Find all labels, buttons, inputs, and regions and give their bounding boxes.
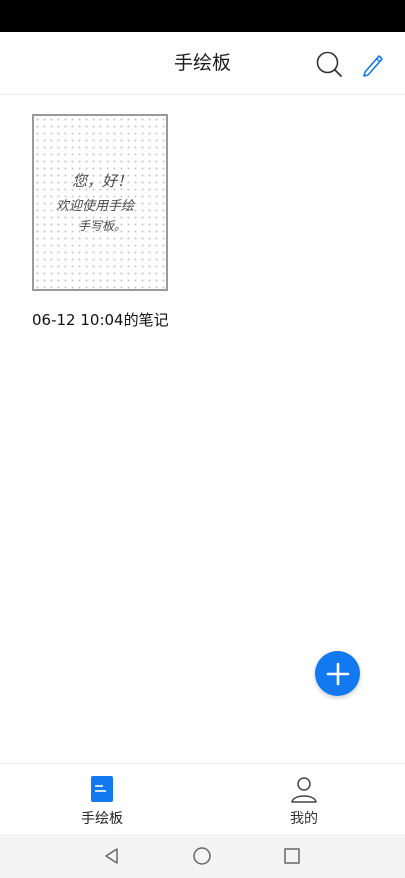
- system-recent-apps-button[interactable]: [281, 845, 303, 867]
- note-thumbnail[interactable]: 您，好！ 欢迎使用手绘 手写板。: [32, 114, 168, 291]
- tab-notes-label: 手绘板: [81, 811, 123, 827]
- new-drawing-button[interactable]: [358, 49, 388, 79]
- handwriting-line-3: 手写板。: [78, 219, 126, 233]
- page-title: 手绘板: [173, 52, 231, 74]
- home-circle-icon: [193, 847, 211, 865]
- person-icon: [291, 777, 317, 803]
- app-bar: 手绘板: [0, 32, 405, 95]
- handwriting-preview: 您，好！ 欢迎使用手绘 手写板。: [56, 172, 136, 233]
- status-bar: [0, 0, 405, 32]
- pen-icon: [363, 55, 383, 77]
- note-caption: 06-12 10:04的笔记: [32, 311, 169, 329]
- handwriting-line-1: 您，好！: [72, 172, 132, 190]
- system-home-button[interactable]: [191, 845, 213, 867]
- handwriting-line-2: 欢迎使用手绘: [56, 199, 136, 214]
- bottom-nav: 手绘板 我的: [0, 763, 405, 834]
- note-card[interactable]: 您，好！ 欢迎使用手绘 手写板。 06-12 10:04的笔记: [32, 114, 172, 330]
- system-navigation-bar: [0, 834, 405, 878]
- search-button[interactable]: [314, 49, 344, 79]
- plus-icon: [326, 662, 349, 685]
- tab-notes[interactable]: 手绘板: [42, 764, 162, 834]
- back-triangle-icon: [105, 848, 118, 864]
- add-note-button[interactable]: [315, 651, 360, 696]
- system-back-button[interactable]: [101, 845, 123, 867]
- tab-mine[interactable]: 我的: [244, 764, 364, 834]
- tab-mine-label: 我的: [290, 811, 318, 827]
- recent-square-icon: [284, 848, 300, 864]
- note-doc-icon: [91, 776, 113, 802]
- search-icon: [316, 51, 342, 77]
